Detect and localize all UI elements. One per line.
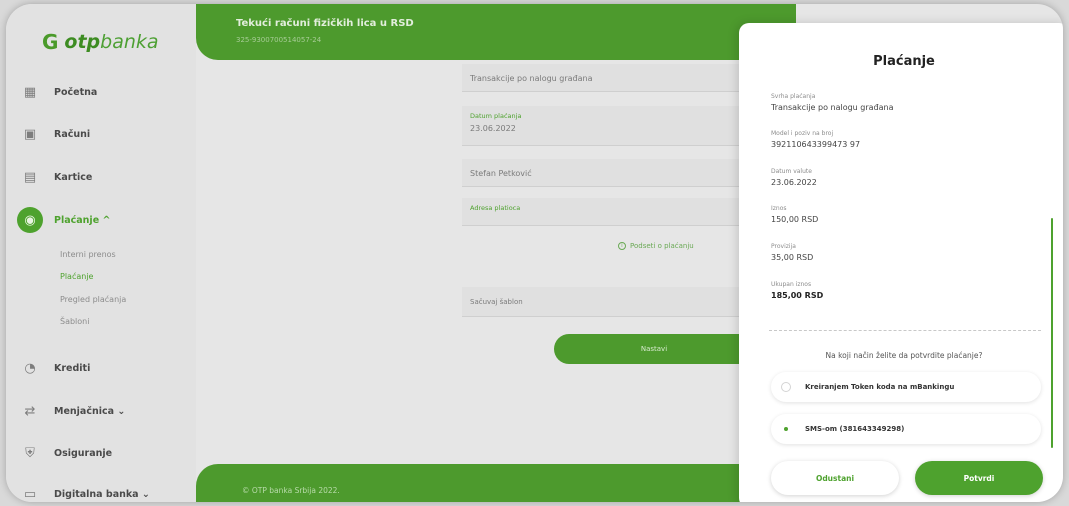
copyright-text: © OTP banka Srbija 2022. <box>242 486 340 495</box>
date-label: Datum plaćanja <box>470 112 522 120</box>
logo-mark: G <box>42 30 59 54</box>
payment-confirmation-modal: Plaćanje Svrha plaćanja Transakcije po n… <box>739 23 1063 502</box>
confirm-button[interactable]: Potvrdi <box>915 461 1043 495</box>
detail-value: Transakcije po nalogu građana <box>771 103 894 112</box>
purpose-value: Transakcije po nalogu građana <box>470 74 593 83</box>
cancel-button[interactable]: Odustani <box>771 461 899 495</box>
logo-banka: banka <box>100 31 159 53</box>
page-footer: © OTP banka Srbija 2022. <box>196 464 796 502</box>
insurance-icon: ⛨ <box>25 445 35 461</box>
payment-reminder-link[interactable]: i Podseti o plaćanju <box>618 242 694 250</box>
page-title: Tekući računi fizičkih lica u RSD <box>236 18 414 29</box>
detail-purpose: Svrha plaćanja Transakcije po nalogu gra… <box>771 93 894 112</box>
page-header: Tekući računi fizičkih lica u RSD 325-93… <box>196 4 796 60</box>
purpose-field[interactable]: Transakcije po nalogu građana <box>462 64 747 92</box>
sidebar-item-label: Menjačnica ⌄ <box>54 405 126 417</box>
detail-value: 392110643399473 97 <box>771 140 861 149</box>
divider <box>769 330 1041 331</box>
date-value: 23.06.2022 <box>470 124 516 133</box>
option-token[interactable]: Kreiranjem Token koda na mBankingu <box>771 372 1041 402</box>
otp-banka-logo[interactable]: G otp banka <box>42 30 159 54</box>
payment-reminder-label: Podseti o plaćanju <box>630 242 694 250</box>
save-template-field[interactable]: Sačuvaj šablon <box>462 287 747 317</box>
sidebar-item-label: Kartice <box>54 171 93 183</box>
option-label: Kreiranjem Token koda na mBankingu <box>805 383 955 391</box>
sidebar-item-label: Osiguranje <box>54 447 113 459</box>
detail-value: 35,00 RSD <box>771 253 814 262</box>
detail-value-date: Datum valute 23.06.2022 <box>771 168 817 187</box>
option-label: SMS-om (381643349298) <box>805 425 905 433</box>
sidebar-item-racuni[interactable]: ▣ Računi <box>20 124 90 144</box>
sidebar-item-osiguranje[interactable]: ⛨ Osiguranje <box>20 443 112 463</box>
radio-icon[interactable] <box>781 382 791 392</box>
sidebar-item-kartice[interactable]: ▤ Kartice <box>20 167 93 187</box>
sidebar-item-menjacnica[interactable]: ⇄ Menjačnica ⌄ <box>20 401 126 421</box>
loan-icon: ◔ <box>24 360 36 376</box>
detail-commission: Provizija 35,00 RSD <box>771 243 813 262</box>
detail-value: 150,00 RSD <box>771 215 819 224</box>
exchange-icon: ⇄ <box>24 403 36 419</box>
detail-value: 23.06.2022 <box>771 178 817 187</box>
sidebar-item-label: Digitalna banka ⌄ <box>54 488 150 500</box>
address-label: Adresa platioca <box>470 204 521 212</box>
detail-label: Datum valute <box>771 168 812 175</box>
detail-total: Ukupan iznos 185,00 RSD <box>771 281 823 300</box>
account-number: 325-9300700514057-24 <box>236 36 322 44</box>
detail-label: Model i poziv na broj <box>771 130 834 137</box>
receiver-field[interactable]: Stefan Petković <box>462 159 747 187</box>
detail-label: Svrha plaćanja <box>771 93 816 100</box>
sidebar-item-label: Plaćanje ^ <box>54 214 111 226</box>
date-field[interactable]: Datum plaćanja 23.06.2022 <box>462 106 747 146</box>
sidebar-item-digitalna-banka[interactable]: ▭ Digitalna banka ⌄ <box>20 484 150 502</box>
accounts-icon: ▣ <box>23 126 37 142</box>
sidebar-item-pocetna[interactable]: ▦ Početna <box>20 82 97 102</box>
detail-label: Ukupan iznos <box>771 281 812 288</box>
save-template-label: Sačuvaj šablon <box>470 298 523 306</box>
detail-label: Iznos <box>771 205 787 212</box>
address-field[interactable]: Adresa platioca <box>462 198 747 226</box>
submenu-placanje[interactable]: Plaćanje <box>60 272 93 281</box>
sidebar-item-label: Krediti <box>54 362 91 374</box>
detail-amount: Iznos 150,00 RSD <box>771 205 818 224</box>
radio-selected-icon[interactable] <box>781 424 791 434</box>
app-window: G otp banka ▦ Početna ▣ Računi ▤ Kartice … <box>6 4 1063 502</box>
sidebar-item-label: Početna <box>54 86 98 98</box>
detail-label: Provizija <box>771 243 796 250</box>
sidebar-item-placanje[interactable]: ◉ Plaćanje ^ <box>17 207 111 233</box>
sidebar-item-krediti[interactable]: ◔ Krediti <box>20 358 90 378</box>
continue-button[interactable]: Nastavi <box>554 334 754 364</box>
submenu-interni-prenos[interactable]: Interni prenos <box>60 250 116 259</box>
sidebar: G otp banka ▦ Početna ▣ Računi ▤ Kartice … <box>6 4 196 502</box>
detail-value: 185,00 RSD <box>771 291 824 300</box>
submenu-pregled-placanja[interactable]: Pregled plaćanja <box>60 295 126 304</box>
logo-otp: otp <box>64 31 101 53</box>
card-icon: ▤ <box>23 169 37 185</box>
payment-icon: ◉ <box>17 207 43 233</box>
info-icon: i <box>618 242 626 250</box>
digital-icon: ▭ <box>23 486 37 502</box>
sidebar-item-label: Računi <box>54 128 91 140</box>
receiver-value: Stefan Petković <box>470 169 532 178</box>
detail-reference: Model i poziv na broj 392110643399473 97 <box>771 130 860 149</box>
modal-scrollbar[interactable] <box>1051 218 1053 448</box>
confirmation-question: Na koji način želite da potvrdite plaćan… <box>825 351 983 360</box>
modal-title: Plaćanje <box>873 54 935 69</box>
home-icon: ▦ <box>23 84 37 100</box>
submenu-sabloni[interactable]: Šabloni <box>60 317 89 326</box>
option-sms[interactable]: SMS-om (381643349298) <box>771 414 1041 444</box>
